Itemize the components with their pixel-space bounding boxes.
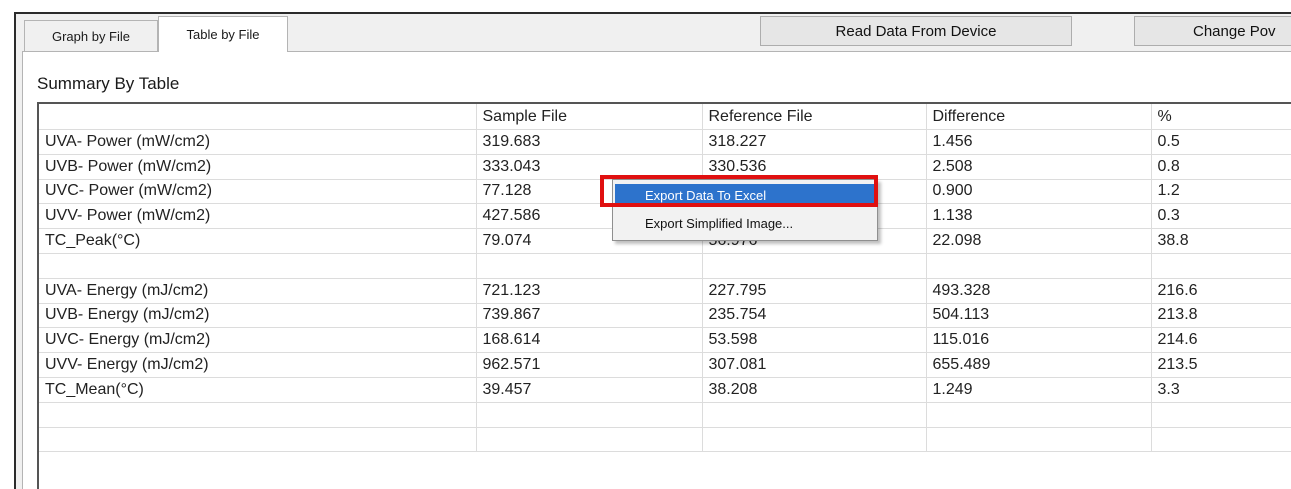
- summary-by-table-label: Summary By Table: [37, 74, 180, 93]
- table-cell[interactable]: 235.754: [702, 303, 927, 329]
- row-label-cell[interactable]: [39, 402, 477, 428]
- table-cell[interactable]: 739.867: [476, 303, 703, 329]
- table-cell[interactable]: [476, 253, 703, 279]
- row-label-cell[interactable]: TC_Mean(°C): [39, 377, 477, 403]
- table-cell[interactable]: 318.227: [702, 129, 927, 155]
- row-label-cell[interactable]: [39, 427, 477, 453]
- table-cell[interactable]: 38.208: [702, 377, 927, 403]
- table-row[interactable]: UVB- Energy (mJ/cm2) 739.867 235.754 504.11…: [39, 303, 1291, 329]
- table-cell[interactable]: [926, 402, 1152, 428]
- table-row[interactable]: UVC- Energy (mJ/cm2) 168.614 53.598 115.016…: [39, 327, 1291, 354]
- table-row[interactable]: [39, 402, 1291, 428]
- table-cell[interactable]: 330.536: [702, 154, 927, 180]
- table-cell[interactable]: 53.598: [702, 327, 927, 354]
- read-data-from-device-button[interactable]: Read Data From Device: [760, 16, 1072, 46]
- column-header[interactable]: [39, 104, 477, 130]
- table-cell[interactable]: 962.571: [476, 352, 703, 378]
- table-cell[interactable]: [1151, 253, 1291, 279]
- table-row[interactable]: TC_Mean(°C) 39.457 38.208 1.249 3.3: [39, 377, 1291, 403]
- table-cell[interactable]: 0.8: [1151, 154, 1291, 180]
- row-label-cell[interactable]: UVV- Power (mW/cm2): [39, 203, 477, 230]
- table-cell[interactable]: [476, 427, 703, 453]
- table-header-row: Sample File Reference File Difference %: [39, 104, 1291, 130]
- table-cell[interactable]: [476, 402, 703, 428]
- tab-table-by-file[interactable]: Table by File: [158, 16, 288, 52]
- context-menu: Export Data To Excel Export Simplified I…: [612, 179, 878, 241]
- table-cell[interactable]: [1151, 427, 1291, 453]
- table-by-file-page: Summary By Table Sample File Reference F…: [22, 51, 1291, 489]
- table-cell[interactable]: 213.5: [1151, 352, 1291, 378]
- row-label-cell[interactable]: UVA- Power (mW/cm2): [39, 129, 477, 155]
- table-row[interactable]: UVA- Energy (mJ/cm2) 721.123 227.795 493.32…: [39, 278, 1291, 304]
- summary-table[interactable]: Sample File Reference File Difference % …: [39, 104, 1291, 453]
- table-cell[interactable]: 2.508: [926, 154, 1152, 180]
- table-cell[interactable]: 319.683: [476, 129, 703, 155]
- table-cell[interactable]: 216.6: [1151, 278, 1291, 304]
- table-cell[interactable]: [702, 427, 927, 453]
- table-cell[interactable]: 721.123: [476, 278, 703, 304]
- row-label-cell[interactable]: UVB- Power (mW/cm2): [39, 154, 477, 180]
- table-cell[interactable]: [1151, 402, 1291, 428]
- table-row[interactable]: UVB- Power (mW/cm2) 333.043 330.536 2.508 0.…: [39, 154, 1291, 180]
- table-cell[interactable]: 0.3: [1151, 203, 1291, 230]
- row-label-cell[interactable]: TC_Peak(°C): [39, 228, 477, 254]
- tab-strip: Graph by File Table by File Read Data Fr…: [16, 14, 1291, 52]
- table-cell[interactable]: 1.249: [926, 377, 1152, 403]
- table-cell[interactable]: 168.614: [476, 327, 703, 354]
- table-cell[interactable]: 1.2: [1151, 179, 1291, 205]
- tab-graph-by-file[interactable]: Graph by File: [24, 20, 158, 52]
- table-cell[interactable]: 227.795: [702, 278, 927, 304]
- table-cell[interactable]: 3.3: [1151, 377, 1291, 403]
- row-label-cell[interactable]: UVC- Energy (mJ/cm2): [39, 327, 477, 354]
- table-cell[interactable]: 39.457: [476, 377, 703, 403]
- export-simplified-image-menu-item[interactable]: Export Simplified Image...: [615, 212, 875, 235]
- table-cell[interactable]: 38.8: [1151, 228, 1291, 254]
- table-cell[interactable]: 1.138: [926, 203, 1152, 230]
- column-header-percent[interactable]: %: [1151, 104, 1291, 130]
- table-cell[interactable]: 307.081: [702, 352, 927, 378]
- table-cell[interactable]: 655.489: [926, 352, 1152, 378]
- table-cell[interactable]: 333.043: [476, 154, 703, 180]
- column-header-sample-file[interactable]: Sample File: [476, 104, 703, 130]
- row-label-cell[interactable]: UVC- Power (mW/cm2): [39, 179, 477, 205]
- column-header-difference[interactable]: Difference: [926, 104, 1152, 130]
- row-label-cell[interactable]: UVA- Energy (mJ/cm2): [39, 278, 477, 304]
- table-cell[interactable]: 0.5: [1151, 129, 1291, 155]
- row-label-cell[interactable]: UVB- Energy (mJ/cm2): [39, 303, 477, 329]
- table-cell[interactable]: 115.016: [926, 327, 1152, 354]
- table-cell[interactable]: 22.098: [926, 228, 1152, 254]
- table-cell[interactable]: 213.8: [1151, 303, 1291, 329]
- table-cell[interactable]: [702, 253, 927, 279]
- table-row[interactable]: [39, 253, 1291, 279]
- table-cell[interactable]: [926, 253, 1152, 279]
- table-cell[interactable]: 0.900: [926, 179, 1152, 205]
- table-row[interactable]: [39, 427, 1291, 453]
- row-label-cell[interactable]: [39, 253, 477, 279]
- app-window: Graph by File Table by File Read Data Fr…: [14, 12, 1291, 489]
- table-cell[interactable]: 1.456: [926, 129, 1152, 155]
- table-cell[interactable]: 504.113: [926, 303, 1152, 329]
- table-cell[interactable]: 214.6: [1151, 327, 1291, 354]
- table-cell[interactable]: [926, 427, 1152, 453]
- row-label-cell[interactable]: UVV- Energy (mJ/cm2): [39, 352, 477, 378]
- table-cell[interactable]: [702, 402, 927, 428]
- table-body: UVA- Power (mW/cm2) 319.683 318.227 1.456 0.…: [39, 129, 1291, 453]
- change-power-button[interactable]: Change Pov: [1134, 16, 1291, 46]
- table-cell[interactable]: 493.328: [926, 278, 1152, 304]
- table-row[interactable]: UVA- Power (mW/cm2) 319.683 318.227 1.456 0.…: [39, 129, 1291, 155]
- column-header-reference-file[interactable]: Reference File: [702, 104, 927, 130]
- export-data-to-excel-menu-item[interactable]: Export Data To Excel: [615, 184, 875, 207]
- table-row[interactable]: UVV- Energy (mJ/cm2) 962.571 307.081 655.48…: [39, 352, 1291, 378]
- summary-table-container[interactable]: Sample File Reference File Difference % …: [37, 102, 1291, 489]
